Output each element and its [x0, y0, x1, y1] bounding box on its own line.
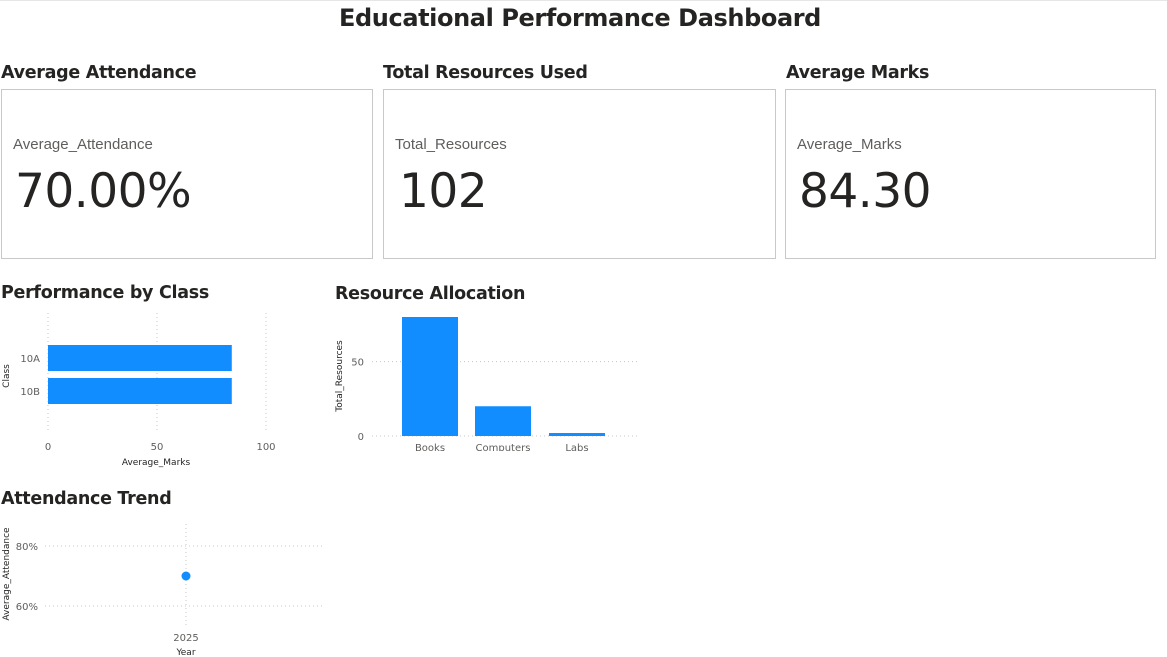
x-axis-title: Average_Marks	[122, 458, 191, 468]
performance-by-class-chart[interactable]: 10A 10B 0 50 100 Average_Marks Class	[0, 308, 300, 468]
card-value: 84.30	[799, 164, 932, 219]
chart-title-performance: Performance by Class	[1, 283, 209, 303]
x-tick-label: Computers	[476, 443, 531, 451]
y-tick-label: 10A	[20, 354, 40, 365]
x-tick-label: 100	[256, 442, 275, 453]
kpi-card-total-resources[interactable]: Total_Resources 102	[383, 89, 776, 259]
x-tick-label: 50	[151, 442, 164, 453]
kpi-card-average-attendance[interactable]: Average_Attendance 70.00%	[1, 89, 373, 259]
card-title-average-attendance: Average Attendance	[1, 63, 197, 83]
chart-title-attendance-trend: Attendance Trend	[1, 489, 172, 509]
card-label: Average_Attendance	[13, 136, 153, 153]
page-title: Educational Performance Dashboard	[339, 4, 821, 32]
y-tick-label: 10B	[20, 387, 40, 398]
card-value: 102	[399, 164, 488, 219]
x-tick-label: Labs	[565, 443, 588, 451]
y-axis-title: Total_Resources	[335, 340, 345, 413]
chart-title-resource-allocation: Resource Allocation	[335, 284, 526, 304]
y-tick-label: 50	[351, 358, 364, 369]
y-axis-title: Average_Attendance	[2, 527, 12, 621]
y-tick-label: 60%	[16, 602, 38, 613]
resource-allocation-chart[interactable]: 0 50 Books Computers Labs Total_Resource…	[330, 308, 650, 451]
kpi-card-average-marks[interactable]: Average_Marks 84.30	[785, 89, 1156, 259]
y-tick-label: 0	[358, 432, 364, 443]
bar-10B	[48, 378, 232, 404]
card-label: Average_Marks	[797, 136, 902, 153]
y-tick-label: 80%	[16, 542, 38, 553]
y-axis-title: Class	[2, 364, 12, 388]
x-tick-label: Books	[415, 443, 445, 451]
x-axis-title: Year	[175, 648, 195, 657]
x-tick-label: 2025	[173, 633, 198, 644]
attendance-trend-chart[interactable]: 60% 80% 2025 Year Average_Attendance	[0, 516, 330, 657]
bar-10A	[48, 345, 232, 371]
card-title-average-marks: Average Marks	[786, 63, 930, 83]
card-value: 70.00%	[15, 164, 192, 219]
bars	[402, 317, 605, 436]
top-border	[0, 0, 1167, 1]
card-title-total-resources: Total Resources Used	[383, 63, 588, 83]
bar-labs	[549, 433, 605, 436]
gridlines	[47, 313, 267, 433]
x-tick-label: 0	[45, 442, 51, 453]
bar-books	[402, 317, 458, 436]
points	[181, 571, 191, 581]
data-point-2025	[181, 571, 191, 581]
card-label: Total_Resources	[395, 136, 507, 153]
bar-computers	[475, 406, 531, 436]
bars	[48, 345, 232, 404]
